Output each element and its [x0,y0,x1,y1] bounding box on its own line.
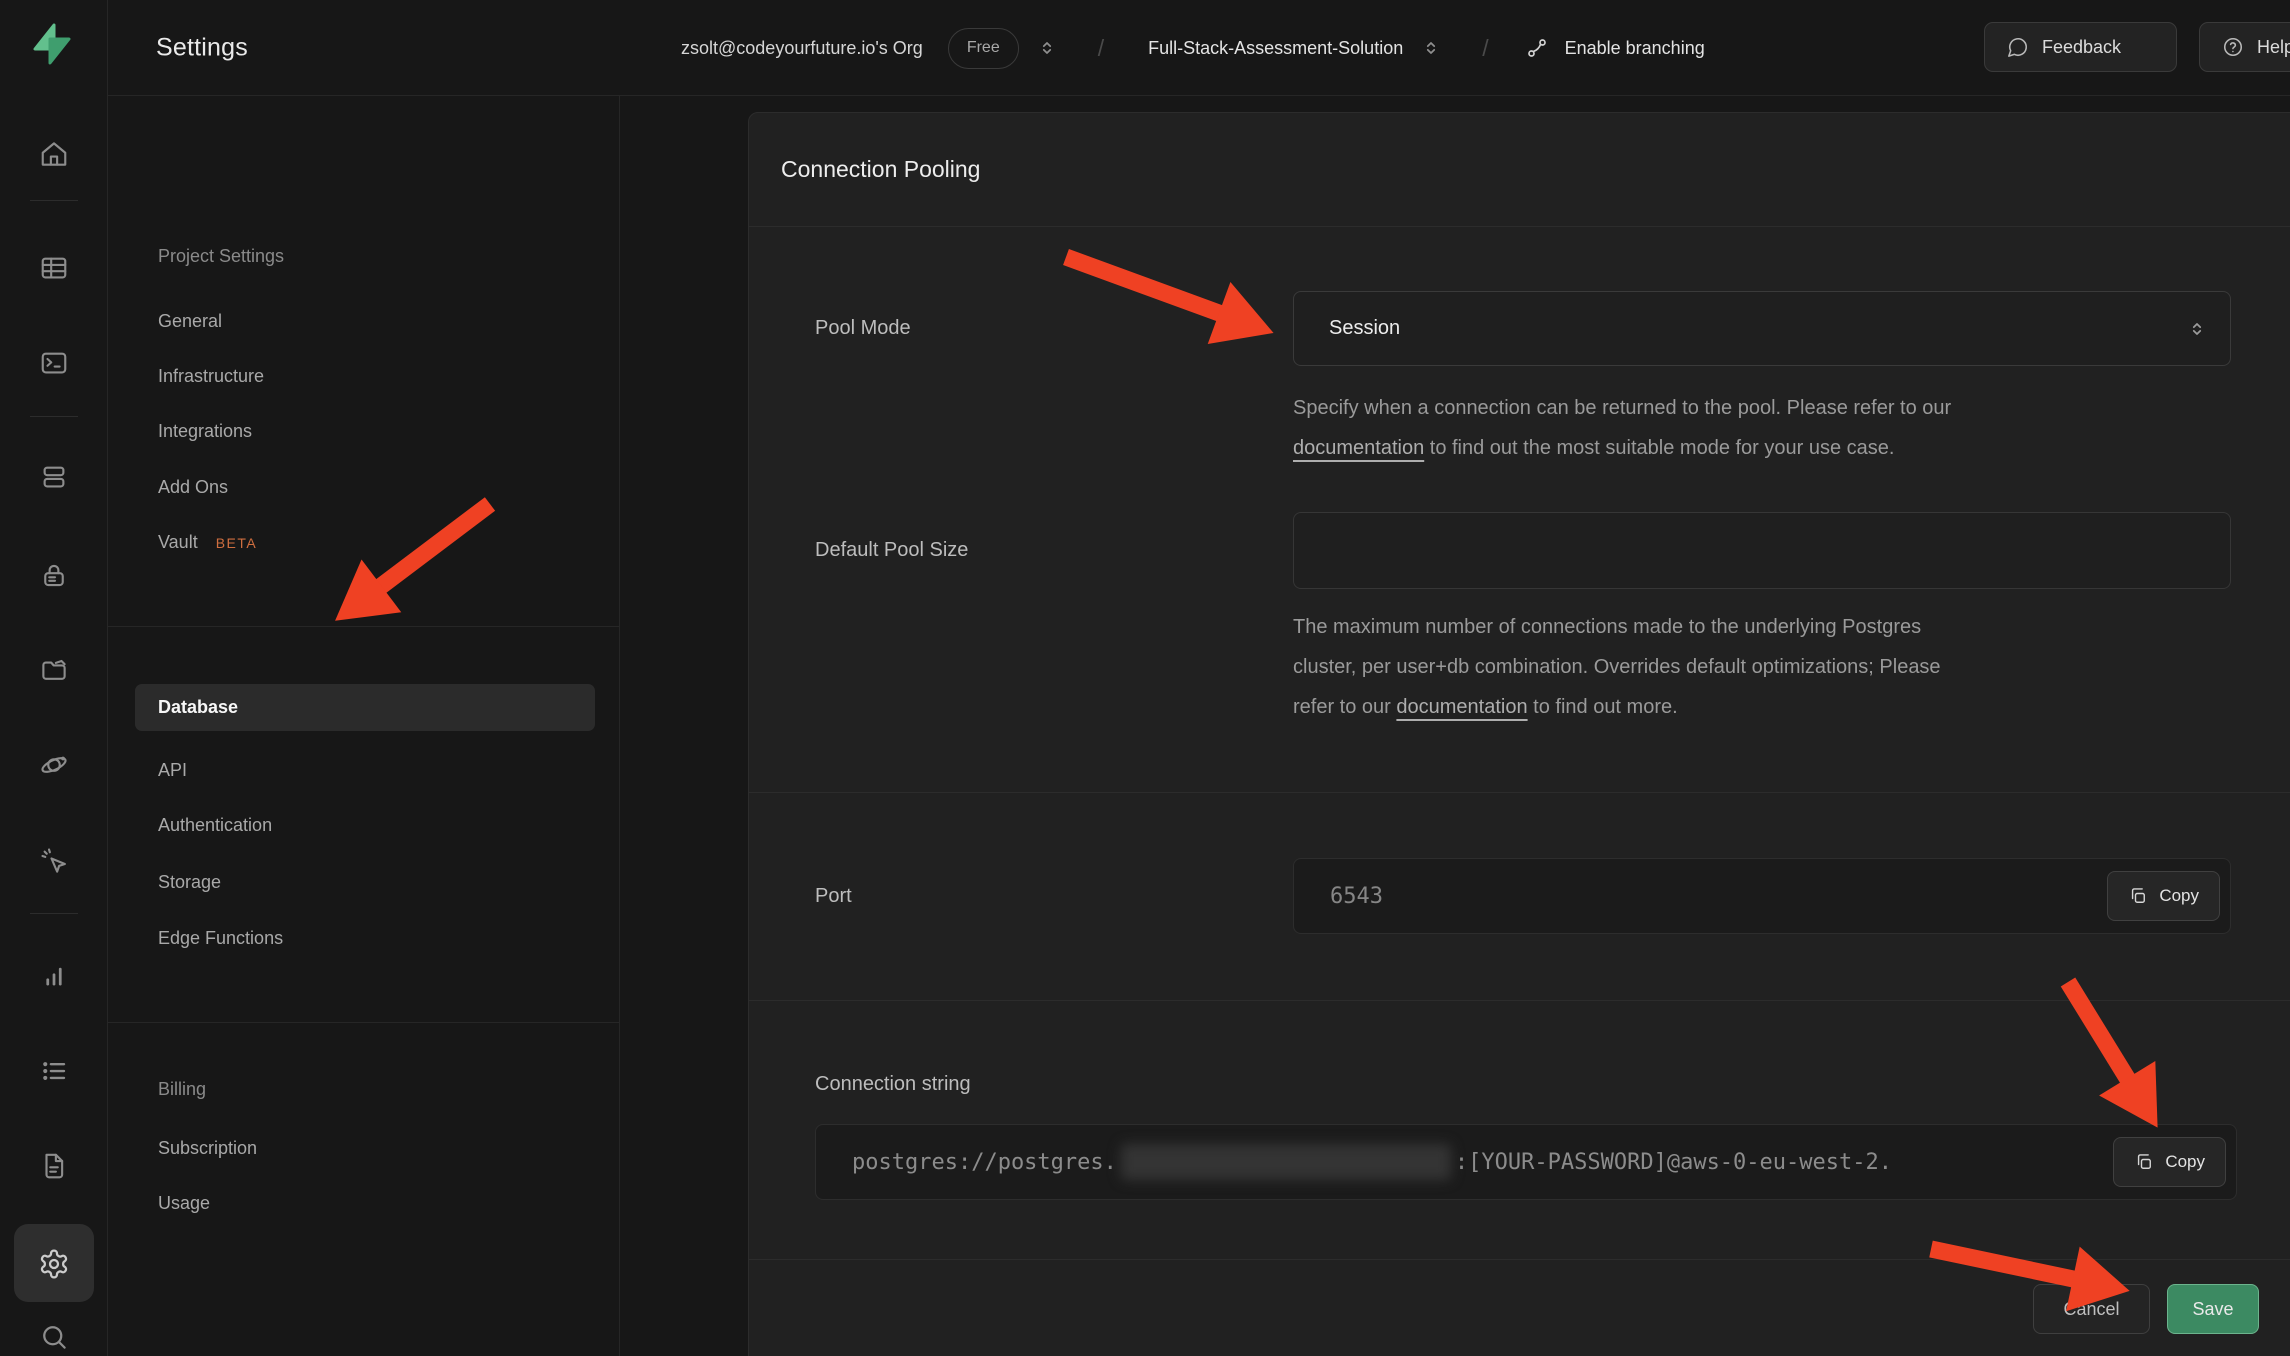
pool-mode-select[interactable]: Session [1293,291,2231,366]
breadcrumb-project[interactable]: Full-Stack-Assessment-Solution [1148,38,1403,59]
connection-string-label: Connection string [815,1073,2290,1096]
breadcrumb: zsolt@codeyourfuture.io's Org Free / Ful… [681,0,1705,96]
connection-string-copy-button[interactable]: Copy [2113,1137,2226,1187]
port-copy-button[interactable]: Copy [2107,871,2220,921]
port-value: 6543 [1330,884,1383,909]
help-label: Help [2257,37,2290,58]
edge-functions-icon[interactable] [37,748,71,782]
help-circle-icon [2222,36,2244,58]
org-selector-chevrons-icon[interactable] [1036,37,1058,59]
copy-label: Copy [2159,886,2199,906]
settings-gear-icon[interactable] [37,1247,71,1281]
home-icon[interactable] [37,137,71,171]
connection-string-section: Connection string postgres://postgres. :… [749,1001,2290,1260]
sidebar-item-usage[interactable]: Usage [158,1193,210,1214]
pool-mode-label: Pool Mode [815,317,1293,340]
sidebar-item-edge-functions[interactable]: Edge Functions [158,928,283,949]
sidebar-item-general[interactable]: General [158,311,222,332]
top-header: Settings zsolt@codeyourfuture.io's Org F… [108,0,2290,96]
realtime-cursor-icon[interactable] [37,844,71,878]
sidebar-divider [108,626,620,627]
breadcrumb-separator: / [1098,35,1104,62]
logs-list-icon[interactable] [37,1054,71,1088]
default-pool-size-section: Default Pool Size The maximum number of … [749,468,2290,793]
vault-label: Vault [158,532,198,553]
sidebar-item-infrastructure[interactable]: Infrastructure [158,366,264,387]
default-pool-size-input[interactable] [1293,512,2231,589]
sidebar-item-authentication[interactable]: Authentication [158,815,272,836]
api-docs-file-icon[interactable] [37,1149,71,1183]
supabase-settings-screen: Settings zsolt@codeyourfuture.io's Org F… [0,0,2290,1356]
sidebar-section-project-settings: Project Settings [158,246,284,267]
rail-divider [30,416,78,417]
feedback-button[interactable]: Feedback [1984,22,2177,72]
database-icon[interactable] [37,460,71,494]
connection-pooling-panel: Connection Pooling Pool Mode Session Spe… [748,112,2290,1356]
connection-string-prefix: postgres://postgres. [852,1150,1117,1175]
enable-branching-button[interactable]: Enable branching [1525,36,1705,60]
help-button[interactable]: Help [2199,22,2290,72]
panel-title: Connection Pooling [749,113,2290,227]
sidebar-divider [108,1022,620,1023]
supabase-logo-icon[interactable] [28,20,76,68]
copy-icon [2134,1152,2154,1172]
feedback-label: Feedback [2042,37,2121,58]
documentation-link[interactable]: documentation [1396,696,1527,718]
storage-folder-icon[interactable] [37,653,71,687]
breadcrumb-org[interactable]: zsolt@codeyourfuture.io's Org [681,38,923,59]
sidebar-item-subscription[interactable]: Subscription [158,1138,257,1159]
pool-mode-value: Session [1329,317,1400,340]
project-selector-chevrons-icon[interactable] [1420,37,1442,59]
documentation-link[interactable]: documentation [1293,437,1424,459]
pool-mode-help-text: Specify when a connection can be returne… [1293,388,2243,468]
settings-sidebar: Project Settings General Infrastructure … [108,96,620,1356]
sidebar-item-integrations[interactable]: Integrations [158,421,252,442]
reports-chart-icon[interactable] [37,959,71,993]
help-text: Specify when a connection can be returne… [1293,397,1951,419]
port-section: Port 6543 Copy [749,793,2290,1001]
page-title: Settings [156,33,248,62]
sidebar-item-storage[interactable]: Storage [158,872,221,893]
help-text: to find out the most suitable mode for y… [1424,437,1894,459]
git-branch-icon [1525,36,1549,60]
enable-branching-label: Enable branching [1565,38,1705,59]
default-pool-size-label: Default Pool Size [815,539,1293,562]
sidebar-item-vault[interactable]: Vault BETA [158,532,257,553]
port-label: Port [815,885,1293,908]
sidebar-item-api[interactable]: API [158,760,187,781]
chevrons-up-down-icon [2186,318,2208,340]
rail-divider [30,200,78,201]
connection-string-redacted-blur [1121,1144,1451,1180]
cancel-button[interactable]: Cancel [2033,1284,2150,1334]
copy-icon [2128,886,2148,906]
sql-editor-icon[interactable] [37,346,71,380]
save-button[interactable]: Save [2167,1284,2259,1334]
pool-mode-section: Pool Mode Session Specify when a connect… [749,227,2290,468]
sidebar-item-database-selected[interactable]: Database [135,684,595,731]
sidebar-section-billing: Billing [158,1079,206,1100]
speech-bubble-icon [2007,36,2029,58]
rail-divider [30,913,78,914]
connection-string-field[interactable]: postgres://postgres. :[YOUR-PASSWORD]@aw… [815,1124,2237,1200]
panel-footer: Cancel Save [749,1260,2290,1334]
copy-label: Copy [2165,1152,2205,1172]
default-pool-size-help-text: The maximum number of connections made t… [1293,607,2243,727]
search-icon[interactable] [37,1320,71,1354]
plan-badge[interactable]: Free [948,28,1019,69]
port-input[interactable]: 6543 Copy [1293,858,2231,934]
authentication-lock-icon[interactable] [37,558,71,592]
table-editor-icon[interactable] [37,251,71,285]
sidebar-item-add-ons[interactable]: Add Ons [158,477,228,498]
connection-string-suffix: :[YOUR-PASSWORD]@aws-0-eu-west-2. [1455,1150,1892,1175]
icon-rail [0,0,108,1356]
beta-badge: BETA [216,535,258,551]
help-text: to find out more. [1528,696,1678,718]
breadcrumb-separator: / [1482,35,1488,62]
